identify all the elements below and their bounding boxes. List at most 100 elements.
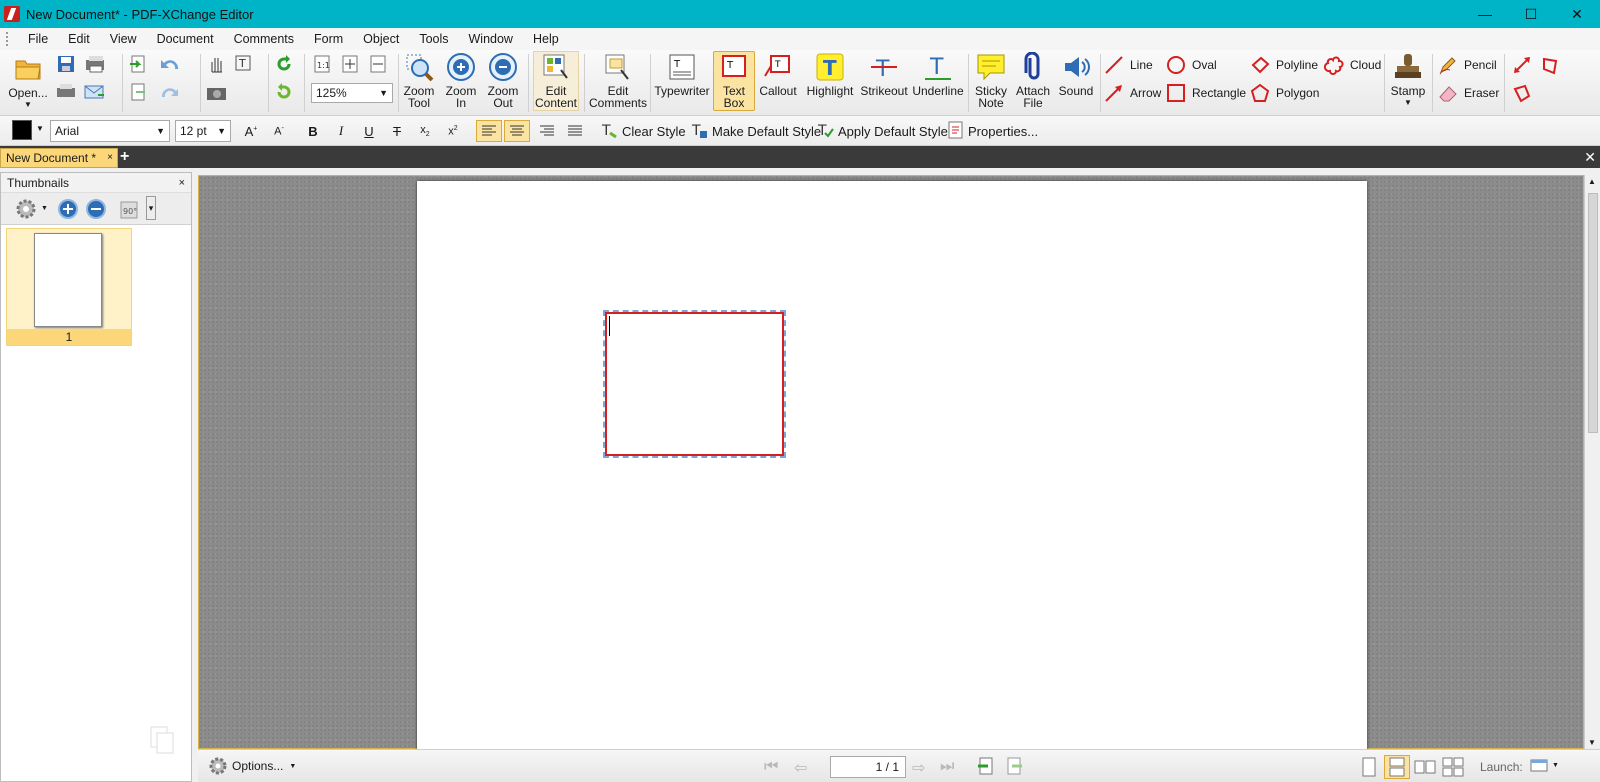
sound-button[interactable]: Sound bbox=[1056, 52, 1096, 97]
superscript-button[interactable]: x2 bbox=[442, 120, 464, 142]
align-right-button[interactable] bbox=[534, 120, 560, 142]
stamp-button[interactable]: Stamp ▼ bbox=[1388, 52, 1428, 109]
tab-close-icon[interactable]: × bbox=[107, 149, 113, 167]
thumbnail-page[interactable]: 1 bbox=[6, 228, 132, 346]
strikeout-button[interactable]: T Strikeout bbox=[860, 52, 908, 97]
next-view-icon[interactable] bbox=[1004, 756, 1024, 779]
hand-tool-button[interactable] bbox=[206, 54, 232, 74]
scroll-up-icon[interactable]: ▲ bbox=[1588, 177, 1596, 186]
menu-form[interactable]: Form bbox=[304, 28, 353, 50]
menu-edit[interactable]: Edit bbox=[58, 28, 100, 50]
decrease-font-button[interactable]: A- bbox=[268, 120, 290, 142]
menu-help[interactable]: Help bbox=[523, 28, 569, 50]
continuous-view-button[interactable] bbox=[1384, 755, 1410, 779]
zoom-in-button[interactable]: Zoom In bbox=[442, 52, 480, 109]
strikethrough-button[interactable]: T bbox=[386, 120, 408, 142]
previous-page-icon[interactable]: ⇦ bbox=[794, 758, 807, 778]
align-center-button[interactable] bbox=[504, 120, 530, 142]
tab-new-document[interactable]: New Document * × bbox=[0, 148, 118, 168]
apply-default-style-button[interactable]: T Apply Default Style bbox=[816, 120, 948, 142]
increase-font-button[interactable]: A+ bbox=[240, 120, 262, 142]
last-page-icon[interactable]: ⏭ bbox=[940, 758, 954, 776]
redo-button[interactable] bbox=[158, 82, 184, 102]
chevron-down-icon[interactable]: ▼ bbox=[41, 205, 48, 212]
menu-comments[interactable]: Comments bbox=[224, 28, 304, 50]
sticky-note-button[interactable]: Sticky Note bbox=[972, 52, 1010, 109]
cloud-tool-button[interactable]: Cloud bbox=[1324, 55, 1381, 75]
eraser-tool-button[interactable]: Eraser bbox=[1438, 83, 1499, 103]
menu-window[interactable]: Window bbox=[459, 28, 523, 50]
make-default-style-button[interactable]: T Make Default Style bbox=[690, 120, 821, 142]
launch-select[interactable]: ▼ bbox=[1530, 758, 1559, 772]
export-button[interactable] bbox=[128, 82, 154, 102]
scrollbar-thumb[interactable] bbox=[1588, 193, 1598, 433]
menu-document[interactable]: Document bbox=[147, 28, 224, 50]
vertical-scrollbar[interactable]: ▲ ▼ bbox=[1584, 175, 1600, 749]
chevron-down-icon[interactable]: ▾ bbox=[146, 196, 156, 220]
edit-comments-button[interactable]: Edit Comments bbox=[589, 52, 647, 109]
typewriter-button[interactable]: T Typewriter bbox=[654, 52, 710, 97]
rotate-90-icon[interactable]: 90° bbox=[119, 198, 141, 223]
line-tool-button[interactable]: Line bbox=[1104, 55, 1153, 75]
menu-grip-icon[interactable] bbox=[6, 32, 10, 46]
email-button[interactable] bbox=[84, 82, 110, 102]
zoom-out-icon[interactable] bbox=[85, 198, 107, 223]
font-family-select[interactable]: Arial ▼ bbox=[50, 120, 170, 142]
print-button[interactable] bbox=[84, 54, 110, 74]
zoom-out-button[interactable]: Zoom Out bbox=[484, 52, 522, 109]
rotate-left-button[interactable] bbox=[274, 54, 300, 74]
chevron-down-icon[interactable]: ▼ bbox=[36, 124, 44, 133]
menu-file[interactable]: File bbox=[18, 28, 58, 50]
align-left-button[interactable] bbox=[476, 120, 502, 142]
rectangle-tool-button[interactable]: Rectangle bbox=[1166, 83, 1246, 103]
attach-file-button[interactable]: Attach File bbox=[1014, 52, 1052, 109]
pdf-page[interactable] bbox=[417, 181, 1367, 753]
fit-width-button[interactable] bbox=[368, 54, 394, 74]
distance-tool-button[interactable] bbox=[1512, 55, 1538, 75]
close-panel-icon[interactable]: × bbox=[179, 177, 185, 189]
single-page-view-button[interactable] bbox=[1356, 755, 1382, 779]
pencil-tool-button[interactable]: Pencil bbox=[1438, 55, 1497, 75]
next-page-icon[interactable]: ⇨ bbox=[912, 758, 925, 778]
subscript-button[interactable]: x2 bbox=[414, 120, 436, 142]
oval-tool-button[interactable]: Oval bbox=[1166, 55, 1217, 75]
import-button[interactable] bbox=[128, 54, 154, 74]
polyline-tool-button[interactable]: Polyline bbox=[1250, 55, 1318, 75]
zoom-level-select[interactable]: 125% ▼ bbox=[311, 83, 393, 103]
scroll-down-icon[interactable]: ▼ bbox=[1588, 738, 1596, 747]
facing-continuous-view-button[interactable] bbox=[1440, 755, 1466, 779]
align-justify-button[interactable] bbox=[562, 120, 588, 142]
area-tool-button[interactable] bbox=[1540, 55, 1566, 75]
snapshot-button[interactable] bbox=[206, 82, 232, 102]
print-quick-button[interactable] bbox=[56, 82, 82, 102]
rotate-right-button[interactable] bbox=[274, 82, 300, 102]
underline-button[interactable]: T Underline bbox=[912, 52, 964, 97]
highlight-button[interactable]: T Highlight bbox=[804, 52, 856, 97]
polygon-tool-button[interactable]: Polygon bbox=[1250, 83, 1319, 103]
actual-size-button[interactable]: 1:1 bbox=[312, 54, 338, 74]
zoom-tool-button[interactable]: Zoom Tool bbox=[400, 52, 438, 109]
italic-button[interactable]: I bbox=[330, 120, 352, 142]
bold-button[interactable]: B bbox=[302, 120, 324, 142]
fit-page-button[interactable] bbox=[340, 54, 366, 74]
text-color-swatch[interactable] bbox=[12, 120, 32, 140]
add-tab-icon[interactable]: + bbox=[120, 148, 129, 166]
menu-tools[interactable]: Tools bbox=[409, 28, 458, 50]
close-document-icon[interactable]: ✕ bbox=[1584, 148, 1596, 166]
save-button[interactable] bbox=[56, 54, 82, 74]
menu-view[interactable]: View bbox=[100, 28, 147, 50]
page-number-input[interactable]: 1 / 1 bbox=[830, 756, 906, 778]
previous-view-icon[interactable] bbox=[976, 756, 996, 779]
minimize-button[interactable]: — bbox=[1462, 0, 1508, 28]
font-size-select[interactable]: 12 pt ▼ bbox=[175, 120, 231, 142]
edit-content-button[interactable]: Edit Content bbox=[533, 51, 579, 111]
arrow-tool-button[interactable]: Arrow bbox=[1104, 83, 1161, 103]
text-box-button[interactable]: T Text Box bbox=[713, 51, 755, 111]
clear-style-button[interactable]: T Clear Style bbox=[600, 120, 686, 142]
underline-text-button[interactable]: U bbox=[358, 120, 380, 142]
zoom-in-icon[interactable] bbox=[57, 198, 79, 223]
close-button[interactable]: ✕ bbox=[1554, 0, 1600, 28]
open-button[interactable]: Open... ▼ bbox=[8, 54, 48, 111]
select-text-button[interactable]: T bbox=[234, 54, 260, 74]
text-box-annotation[interactable] bbox=[603, 310, 786, 458]
